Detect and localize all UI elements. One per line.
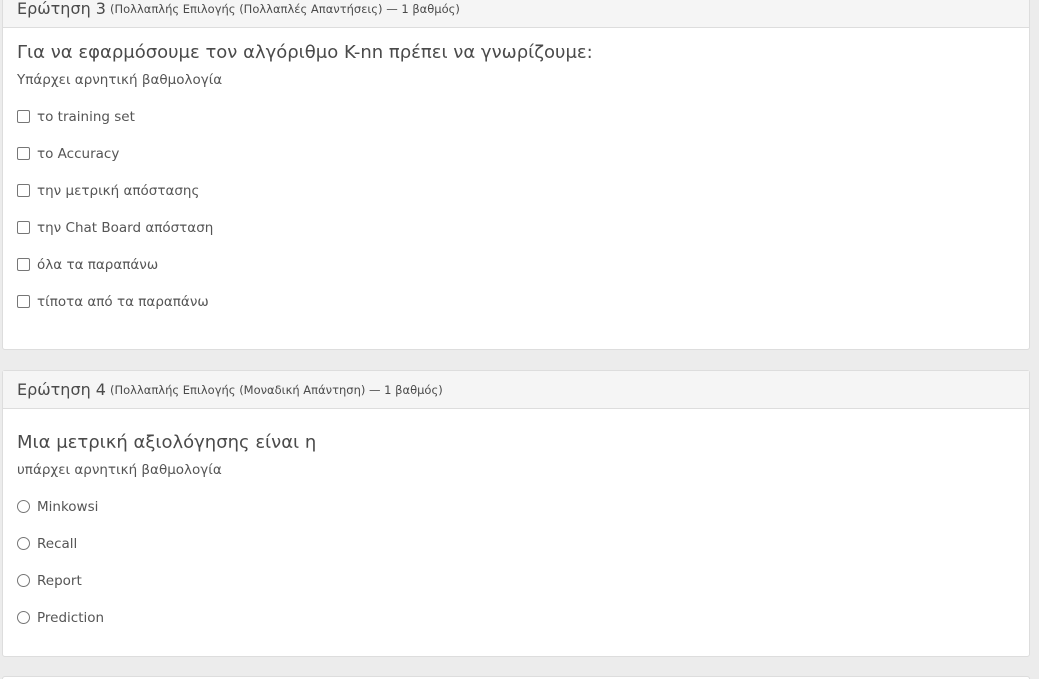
q3-option-chat-board[interactable]: την Chat Board απόσταση <box>17 209 1015 246</box>
q4-option-prediction[interactable]: Prediction <box>17 599 1015 636</box>
question-4-options: Minkowsi Recall Report Prediction <box>17 488 1015 636</box>
radio-button[interactable] <box>17 500 30 513</box>
option-label: τίποτα από τα παραπάνω <box>37 293 209 310</box>
question-3-panel: Ερώτηση 3 (Πολλαπλής Επιλογής (Πολλαπλές… <box>2 0 1030 350</box>
question-3-text: Για να εφαρμόσουμε τον αλγόριθμο K-nn πρ… <box>17 42 593 63</box>
quiz-page: Ερώτηση 3 (Πολλαπλής Επιλογής (Πολλαπλές… <box>0 0 1039 679</box>
q4-option-report[interactable]: Report <box>17 562 1015 599</box>
question-4-panel: Ερώτηση 4 (Πολλαπλής Επιλογής (Μοναδική … <box>2 370 1030 657</box>
question-4-header: Ερώτηση 4 (Πολλαπλής Επιλογής (Μοναδική … <box>3 371 1029 409</box>
question-3-meta: (Πολλαπλής Επιλογής (Πολλαπλές Απαντήσει… <box>109 1 460 16</box>
q3-option-distance-metric[interactable]: την μετρική απόστασης <box>17 172 1015 209</box>
checkbox[interactable] <box>17 110 30 123</box>
question-3-note: Υπάρχει αρνητική βαθμολογία <box>17 72 223 88</box>
option-label: το training set <box>37 108 135 125</box>
question-3-body: Για να εφαρμόσουμε τον αλγόριθμο K-nn πρ… <box>3 41 1029 320</box>
question-3-title: Ερώτηση 3 <box>17 0 106 18</box>
question-4-meta: (Πολλαπλής Επιλογής (Μοναδική Απάντηση) … <box>109 382 443 397</box>
checkbox[interactable] <box>17 221 30 234</box>
option-label: την μετρική απόστασης <box>37 182 200 199</box>
radio-button[interactable] <box>17 537 30 550</box>
q3-option-all-above[interactable]: όλα τα παραπάνω <box>17 246 1015 283</box>
option-label: την Chat Board απόσταση <box>37 219 214 236</box>
option-label: Report <box>37 572 82 589</box>
question-3-header: Ερώτηση 3 (Πολλαπλής Επιλογής (Πολλαπλές… <box>3 0 1029 28</box>
question-4-text: Μια μετρική αξιολόγησης είναι η <box>17 432 317 453</box>
q3-option-training-set[interactable]: το training set <box>17 98 1015 135</box>
option-label: το Accuracy <box>37 145 120 162</box>
question-4-body: Μια μετρική αξιολόγησης είναι η υπάρχει … <box>3 431 1029 636</box>
q4-option-minkowsi[interactable]: Minkowsi <box>17 488 1015 525</box>
checkbox[interactable] <box>17 184 30 197</box>
q3-option-accuracy[interactable]: το Accuracy <box>17 135 1015 172</box>
checkbox[interactable] <box>17 295 30 308</box>
checkbox[interactable] <box>17 258 30 271</box>
option-label: Prediction <box>37 609 105 626</box>
option-label: Minkowsi <box>37 498 99 515</box>
question-4-note: υπάρχει αρνητική βαθμολογία <box>17 462 222 478</box>
option-label: Recall <box>37 535 78 552</box>
radio-button[interactable] <box>17 574 30 587</box>
checkbox[interactable] <box>17 147 30 160</box>
option-label: όλα τα παραπάνω <box>37 256 159 273</box>
q3-option-none-above[interactable]: τίποτα από τα παραπάνω <box>17 283 1015 320</box>
question-3-options: το training set το Accuracy την μετρική … <box>17 98 1015 320</box>
q4-option-recall[interactable]: Recall <box>17 525 1015 562</box>
radio-button[interactable] <box>17 611 30 624</box>
question-4-title: Ερώτηση 4 <box>17 380 106 399</box>
